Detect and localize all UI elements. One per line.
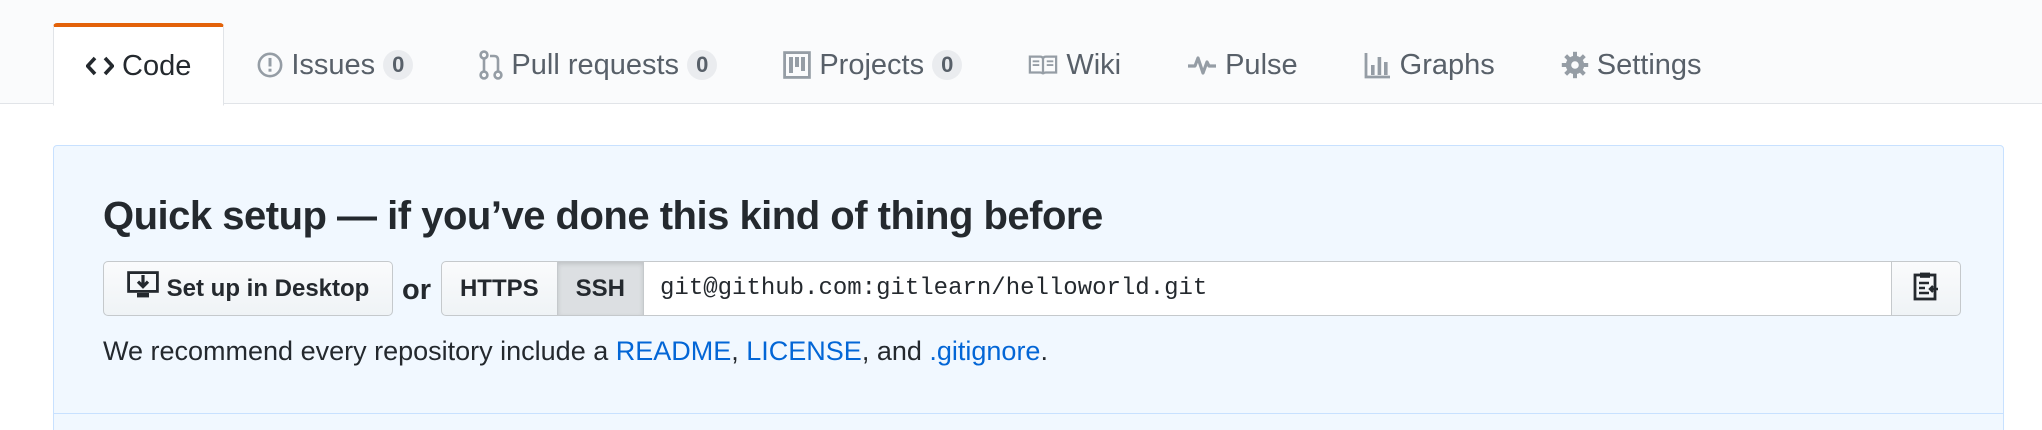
recommend-text: We recommend every repository include a … xyxy=(103,336,1048,367)
book-icon xyxy=(1028,53,1058,77)
tab-issues[interactable]: Issues 0 xyxy=(224,23,446,104)
tab-label: Graphs xyxy=(1399,48,1495,81)
gear-icon xyxy=(1561,51,1589,79)
pulse-icon xyxy=(1187,54,1217,76)
graph-icon xyxy=(1364,51,1392,79)
tab-projects[interactable]: Projects 0 xyxy=(750,23,995,104)
tab-label: Wiki xyxy=(1066,48,1122,81)
readme-link[interactable]: README xyxy=(616,336,732,366)
tab-label: Code xyxy=(122,49,192,82)
desktop-button-label: Set up in Desktop xyxy=(166,274,370,302)
issue-icon xyxy=(257,52,283,78)
repo-nav: Code Issues 0 Pull requests 0 Projects 0… xyxy=(53,23,1735,106)
clone-url-input[interactable] xyxy=(643,261,1893,316)
clippy-icon xyxy=(1913,271,1939,306)
tab-label: Pulse xyxy=(1225,48,1298,81)
desktop-download-icon xyxy=(126,271,159,306)
or-label: or xyxy=(402,274,431,306)
gitignore-link[interactable]: .gitignore xyxy=(929,336,1040,366)
tab-pull-requests[interactable]: Pull requests 0 xyxy=(446,23,750,104)
clone-url-group: HTTPS SSH xyxy=(441,261,1961,316)
project-icon xyxy=(783,51,812,79)
issues-counter: 0 xyxy=(383,50,414,80)
quick-setup-title: Quick setup — if you’ve done this kind o… xyxy=(103,194,1103,238)
recommend-separator: , and xyxy=(861,336,930,366)
recommend-prefix: We recommend every repository include a xyxy=(103,336,616,366)
tab-label: Issues xyxy=(291,48,376,81)
projects-counter: 0 xyxy=(932,50,963,80)
tab-label: Pull requests xyxy=(511,48,680,81)
ssh-button[interactable]: SSH xyxy=(556,261,645,316)
recommend-separator: , xyxy=(731,336,747,366)
recommend-suffix: . xyxy=(1040,336,1048,366)
quick-setup-box: Quick setup — if you’ve done this kind o… xyxy=(53,145,2004,430)
tab-label: Settings xyxy=(1596,48,1702,81)
pull-request-icon xyxy=(479,50,504,80)
copy-url-button[interactable] xyxy=(1891,261,1961,316)
tab-settings[interactable]: Settings xyxy=(1528,23,1735,104)
pull-requests-counter: 0 xyxy=(687,50,718,80)
https-button[interactable]: HTTPS xyxy=(441,261,558,316)
tab-wiki[interactable]: Wiki xyxy=(995,23,1154,104)
code-icon xyxy=(86,55,114,77)
set-up-in-desktop-button[interactable]: Set up in Desktop xyxy=(103,261,393,316)
tab-label: Projects xyxy=(819,48,925,81)
tab-graphs[interactable]: Graphs xyxy=(1331,23,1528,104)
license-link[interactable]: LICENSE xyxy=(746,336,862,366)
tab-pulse[interactable]: Pulse xyxy=(1154,23,1331,104)
tab-code[interactable]: Code xyxy=(53,23,225,106)
section-divider xyxy=(54,413,2003,414)
